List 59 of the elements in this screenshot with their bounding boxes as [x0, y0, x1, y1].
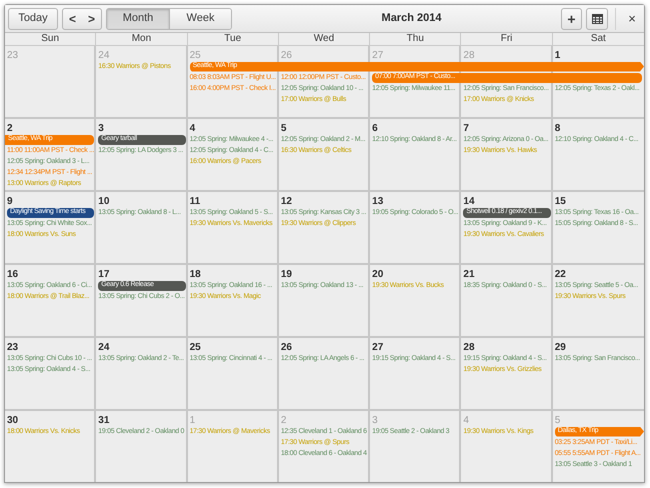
day-number: 24 [98, 51, 110, 61]
day-number: 26 [280, 51, 292, 61]
day-number: 16 [7, 270, 18, 280]
day-number: 23 [7, 51, 18, 61]
calendar-button[interactable] [586, 8, 608, 30]
day-number: 3 [98, 124, 104, 134]
day-number: 23 [7, 343, 18, 353]
day-number: 22 [554, 270, 566, 280]
weekday-label: Tue [224, 34, 242, 44]
add-button[interactable]: + [561, 8, 582, 30]
next-button[interactable]: > [82, 8, 101, 28]
day-number: 13 [372, 197, 384, 207]
day-number: 8 [554, 124, 560, 134]
close-button[interactable]: × [623, 8, 641, 30]
day-number: 26 [280, 343, 292, 353]
weekday-label: Sun [41, 34, 60, 44]
day-number: 14 [463, 197, 475, 207]
day-number: 3 [372, 416, 378, 426]
day-number: 5 [280, 124, 286, 134]
day-number: 27 [372, 343, 384, 353]
day-number: 6 [372, 124, 378, 134]
day-number: 9 [7, 197, 13, 207]
day-number: 2 [7, 124, 13, 134]
day-number: 5 [554, 416, 560, 426]
weekday-label: Mon [132, 34, 152, 44]
day-number: 25 [190, 51, 201, 61]
day-number: 11 [190, 197, 200, 207]
day-number: 21 [463, 270, 475, 280]
weekday-label: Fri [500, 34, 512, 44]
day-number: 4 [190, 124, 196, 134]
day-number: 28 [463, 343, 475, 353]
day-number: 25 [190, 343, 201, 353]
month-title: March 2014 [380, 11, 442, 26]
weekday-label: Wed [314, 34, 334, 44]
day-number: 2 [280, 416, 286, 426]
day-number: 28 [463, 51, 475, 61]
day-number: 30 [7, 416, 18, 426]
day-number: 20 [372, 270, 384, 280]
previous-button[interactable]: < [63, 8, 82, 28]
day-number: 18 [190, 270, 201, 280]
day-number: 15 [554, 197, 566, 207]
day-number: 12 [280, 197, 292, 207]
day-number: 31 [98, 416, 110, 426]
weekday-label: Thu [406, 34, 424, 44]
calendar-icon [592, 14, 602, 24]
view-tab[interactable]: Week [169, 8, 231, 28]
day-number: 10 [98, 197, 110, 207]
view-tab[interactable]: Month [107, 8, 169, 28]
day-number: 1 [190, 416, 196, 426]
weekday-label: Sat [590, 34, 606, 44]
today-button[interactable]: Today [8, 8, 58, 30]
day-number: 4 [463, 416, 469, 426]
day-number: 7 [463, 124, 469, 134]
day-number: 19 [280, 270, 292, 280]
day-number: 1 [554, 51, 560, 61]
day-number: 29 [554, 343, 566, 353]
day-number: 24 [98, 343, 110, 353]
day-number: 17 [98, 270, 110, 280]
day-number: 27 [372, 51, 384, 61]
